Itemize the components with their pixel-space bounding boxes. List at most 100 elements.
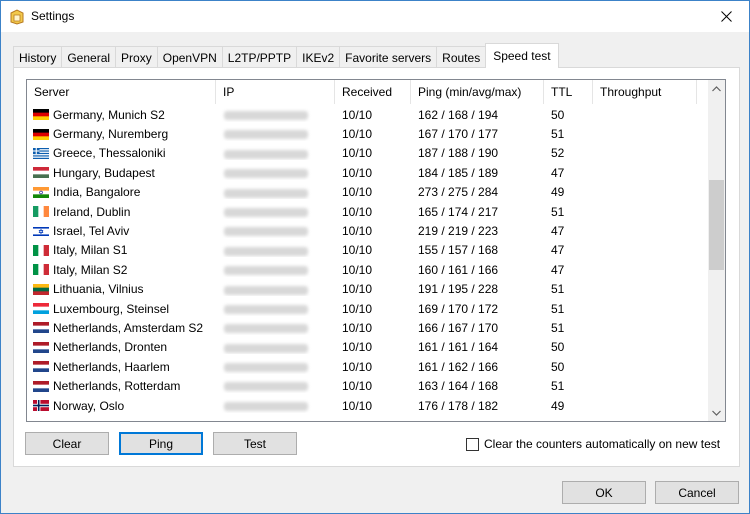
column-header-ping[interactable]: Ping (min/avg/max) bbox=[411, 80, 544, 104]
server-cell: Netherlands, Dronten bbox=[27, 340, 216, 354]
table-row[interactable]: Ireland, Dublin 10/10 165 / 174 / 217 51 bbox=[27, 202, 707, 221]
table-row[interactable]: Israel, Tel Aviv 10/10 219 / 219 / 223 47 bbox=[27, 221, 707, 240]
redacted-ip bbox=[224, 130, 308, 140]
table-row[interactable]: Hungary, Budapest 10/10 184 / 185 / 189 47 bbox=[27, 163, 707, 182]
table-row[interactable]: Netherlands, Haarlem 10/10 161 / 162 / 166… bbox=[27, 357, 707, 376]
tab-speed-test[interactable]: Speed test bbox=[485, 43, 559, 68]
tab-general[interactable]: General bbox=[61, 46, 117, 68]
ip-cell bbox=[216, 108, 335, 122]
tab-label: Speed test bbox=[493, 49, 551, 63]
table-row[interactable]: Germany, Munich S2 10/10 162 / 168 / 194 50 bbox=[27, 105, 707, 124]
list-header: Server IP Received Ping (min/avg/max) TT… bbox=[27, 80, 707, 104]
ttl-cell: 52 bbox=[551, 146, 565, 161]
clear-button[interactable]: Clear bbox=[25, 432, 109, 455]
received-cell: 10/10 bbox=[342, 320, 373, 335]
tab-label: OpenVPN bbox=[162, 50, 217, 65]
redacted-ip bbox=[224, 266, 308, 276]
table-row[interactable]: Germany, Nuremberg 10/10 167 / 170 / 177 51 bbox=[27, 124, 707, 143]
ip-cell bbox=[216, 146, 335, 160]
tab-proxy[interactable]: Proxy bbox=[115, 46, 158, 68]
close-button[interactable] bbox=[703, 1, 749, 32]
tab-routes[interactable]: Routes bbox=[436, 46, 487, 68]
column-header-ttl[interactable]: TTL bbox=[544, 80, 593, 104]
redacted-ip bbox=[224, 246, 308, 256]
server-name: Netherlands, Haarlem bbox=[53, 359, 170, 374]
server-cell: Norway, Oslo bbox=[27, 399, 216, 413]
ping-cell: 184 / 185 / 189 bbox=[418, 165, 499, 180]
tab-l2tp-pptp[interactable]: L2TP/PPTP bbox=[221, 46, 298, 68]
server-cell: Luxembourg, Steinsel bbox=[27, 302, 216, 316]
flag-ie-icon bbox=[33, 206, 49, 218]
redacted-ip bbox=[224, 304, 308, 314]
table-row[interactable]: Netherlands, Rotterdam 10/10 163 / 164 / 1… bbox=[27, 376, 707, 395]
test-button[interactable]: Test bbox=[213, 432, 297, 455]
table-row[interactable]: India, Bangalore 10/10 273 / 275 / 284 49 bbox=[27, 183, 707, 202]
column-header-ip[interactable]: IP bbox=[216, 80, 335, 104]
column-header-received[interactable]: Received bbox=[335, 80, 411, 104]
server-name: Ireland, Dublin bbox=[53, 204, 131, 219]
ttl-cell: 51 bbox=[551, 282, 565, 297]
ping-cell: 167 / 170 / 177 bbox=[418, 127, 499, 142]
scroll-up-button[interactable] bbox=[708, 80, 725, 97]
received-cell: 10/10 bbox=[342, 165, 373, 180]
table-row[interactable]: Norway, Oslo 10/10 176 / 178 / 182 49 bbox=[27, 396, 707, 415]
flag-de-icon bbox=[33, 109, 49, 121]
server-cell: Israel, Tel Aviv bbox=[27, 224, 216, 238]
received-cell: 10/10 bbox=[342, 340, 373, 355]
column-header-throughput[interactable]: Throughput bbox=[593, 80, 697, 104]
flag-in-icon bbox=[33, 186, 49, 198]
tab-strip: History General Proxy OpenVPN L2TP/PPTP … bbox=[13, 43, 559, 68]
column-header-server[interactable]: Server bbox=[27, 80, 216, 104]
ping-cell: 165 / 174 / 217 bbox=[418, 204, 499, 219]
tab-ikev2[interactable]: IKEv2 bbox=[296, 46, 341, 68]
tab-openvpn[interactable]: OpenVPN bbox=[156, 46, 223, 68]
tab-label: History bbox=[19, 50, 57, 65]
close-icon bbox=[720, 11, 732, 22]
ping-cell: 191 / 195 / 228 bbox=[418, 282, 499, 297]
table-row[interactable]: Lithuania, Vilnius 10/10 191 / 195 / 228 51 bbox=[27, 280, 707, 299]
ping-cell: 187 / 188 / 190 bbox=[418, 146, 499, 161]
redacted-ip bbox=[224, 111, 308, 121]
ping-cell: 166 / 167 / 170 bbox=[418, 320, 499, 335]
ttl-cell: 51 bbox=[551, 127, 565, 142]
ping-cell: 273 / 275 / 284 bbox=[418, 185, 499, 200]
table-row[interactable]: Luxembourg, Steinsel 10/10 169 / 170 / 172… bbox=[27, 299, 707, 318]
flag-hu-icon bbox=[33, 167, 49, 179]
tab-favorite-servers[interactable]: Favorite servers bbox=[339, 46, 438, 68]
received-cell: 10/10 bbox=[342, 359, 373, 374]
server-cell: Germany, Nuremberg bbox=[27, 127, 216, 141]
ok-button[interactable]: OK bbox=[562, 481, 646, 504]
flag-lt-icon bbox=[33, 283, 49, 295]
scroll-down-button[interactable] bbox=[708, 404, 725, 421]
ping-button[interactable]: Ping bbox=[119, 432, 203, 455]
ttl-cell: 51 bbox=[551, 301, 565, 316]
clear-counters-checkbox[interactable] bbox=[466, 437, 479, 451]
server-list[interactable]: Server IP Received Ping (min/avg/max) TT… bbox=[26, 79, 726, 422]
received-cell: 10/10 bbox=[342, 224, 373, 239]
tab-history[interactable]: History bbox=[13, 46, 63, 68]
table-row[interactable]: Italy, Milan S1 10/10 155 / 157 / 168 47 bbox=[27, 241, 707, 260]
table-row[interactable]: Italy, Milan S2 10/10 160 / 161 / 166 47 bbox=[27, 260, 707, 279]
clear-counters-option[interactable]: Clear the counters automatically on new … bbox=[466, 437, 720, 451]
received-cell: 10/10 bbox=[342, 282, 373, 297]
table-row[interactable]: Netherlands, Amsterdam S2 10/10 166 / 167 … bbox=[27, 318, 707, 337]
received-cell: 10/10 bbox=[342, 262, 373, 277]
flag-nl-icon bbox=[33, 341, 49, 353]
redacted-ip bbox=[224, 227, 308, 237]
server-name: Germany, Munich S2 bbox=[53, 107, 165, 122]
table-row[interactable]: Netherlands, Dronten 10/10 161 / 161 / 164… bbox=[27, 338, 707, 357]
cancel-button[interactable]: Cancel bbox=[655, 481, 739, 504]
flag-nl-icon bbox=[33, 322, 49, 334]
clear-counters-label: Clear the counters automatically on new … bbox=[484, 437, 721, 451]
vertical-scrollbar[interactable] bbox=[708, 80, 725, 421]
ttl-cell: 51 bbox=[551, 320, 565, 335]
tab-label: Routes bbox=[442, 50, 481, 65]
table-row[interactable]: Greece, Thessaloniki 10/10 187 / 188 / 190… bbox=[27, 144, 707, 163]
redacted-ip bbox=[224, 149, 308, 159]
scrollbar-thumb[interactable] bbox=[709, 180, 724, 270]
ip-cell bbox=[216, 321, 335, 335]
flag-no-icon bbox=[33, 400, 49, 412]
received-cell: 10/10 bbox=[342, 146, 373, 161]
ip-cell bbox=[216, 282, 335, 296]
window-title: Settings bbox=[31, 9, 75, 23]
